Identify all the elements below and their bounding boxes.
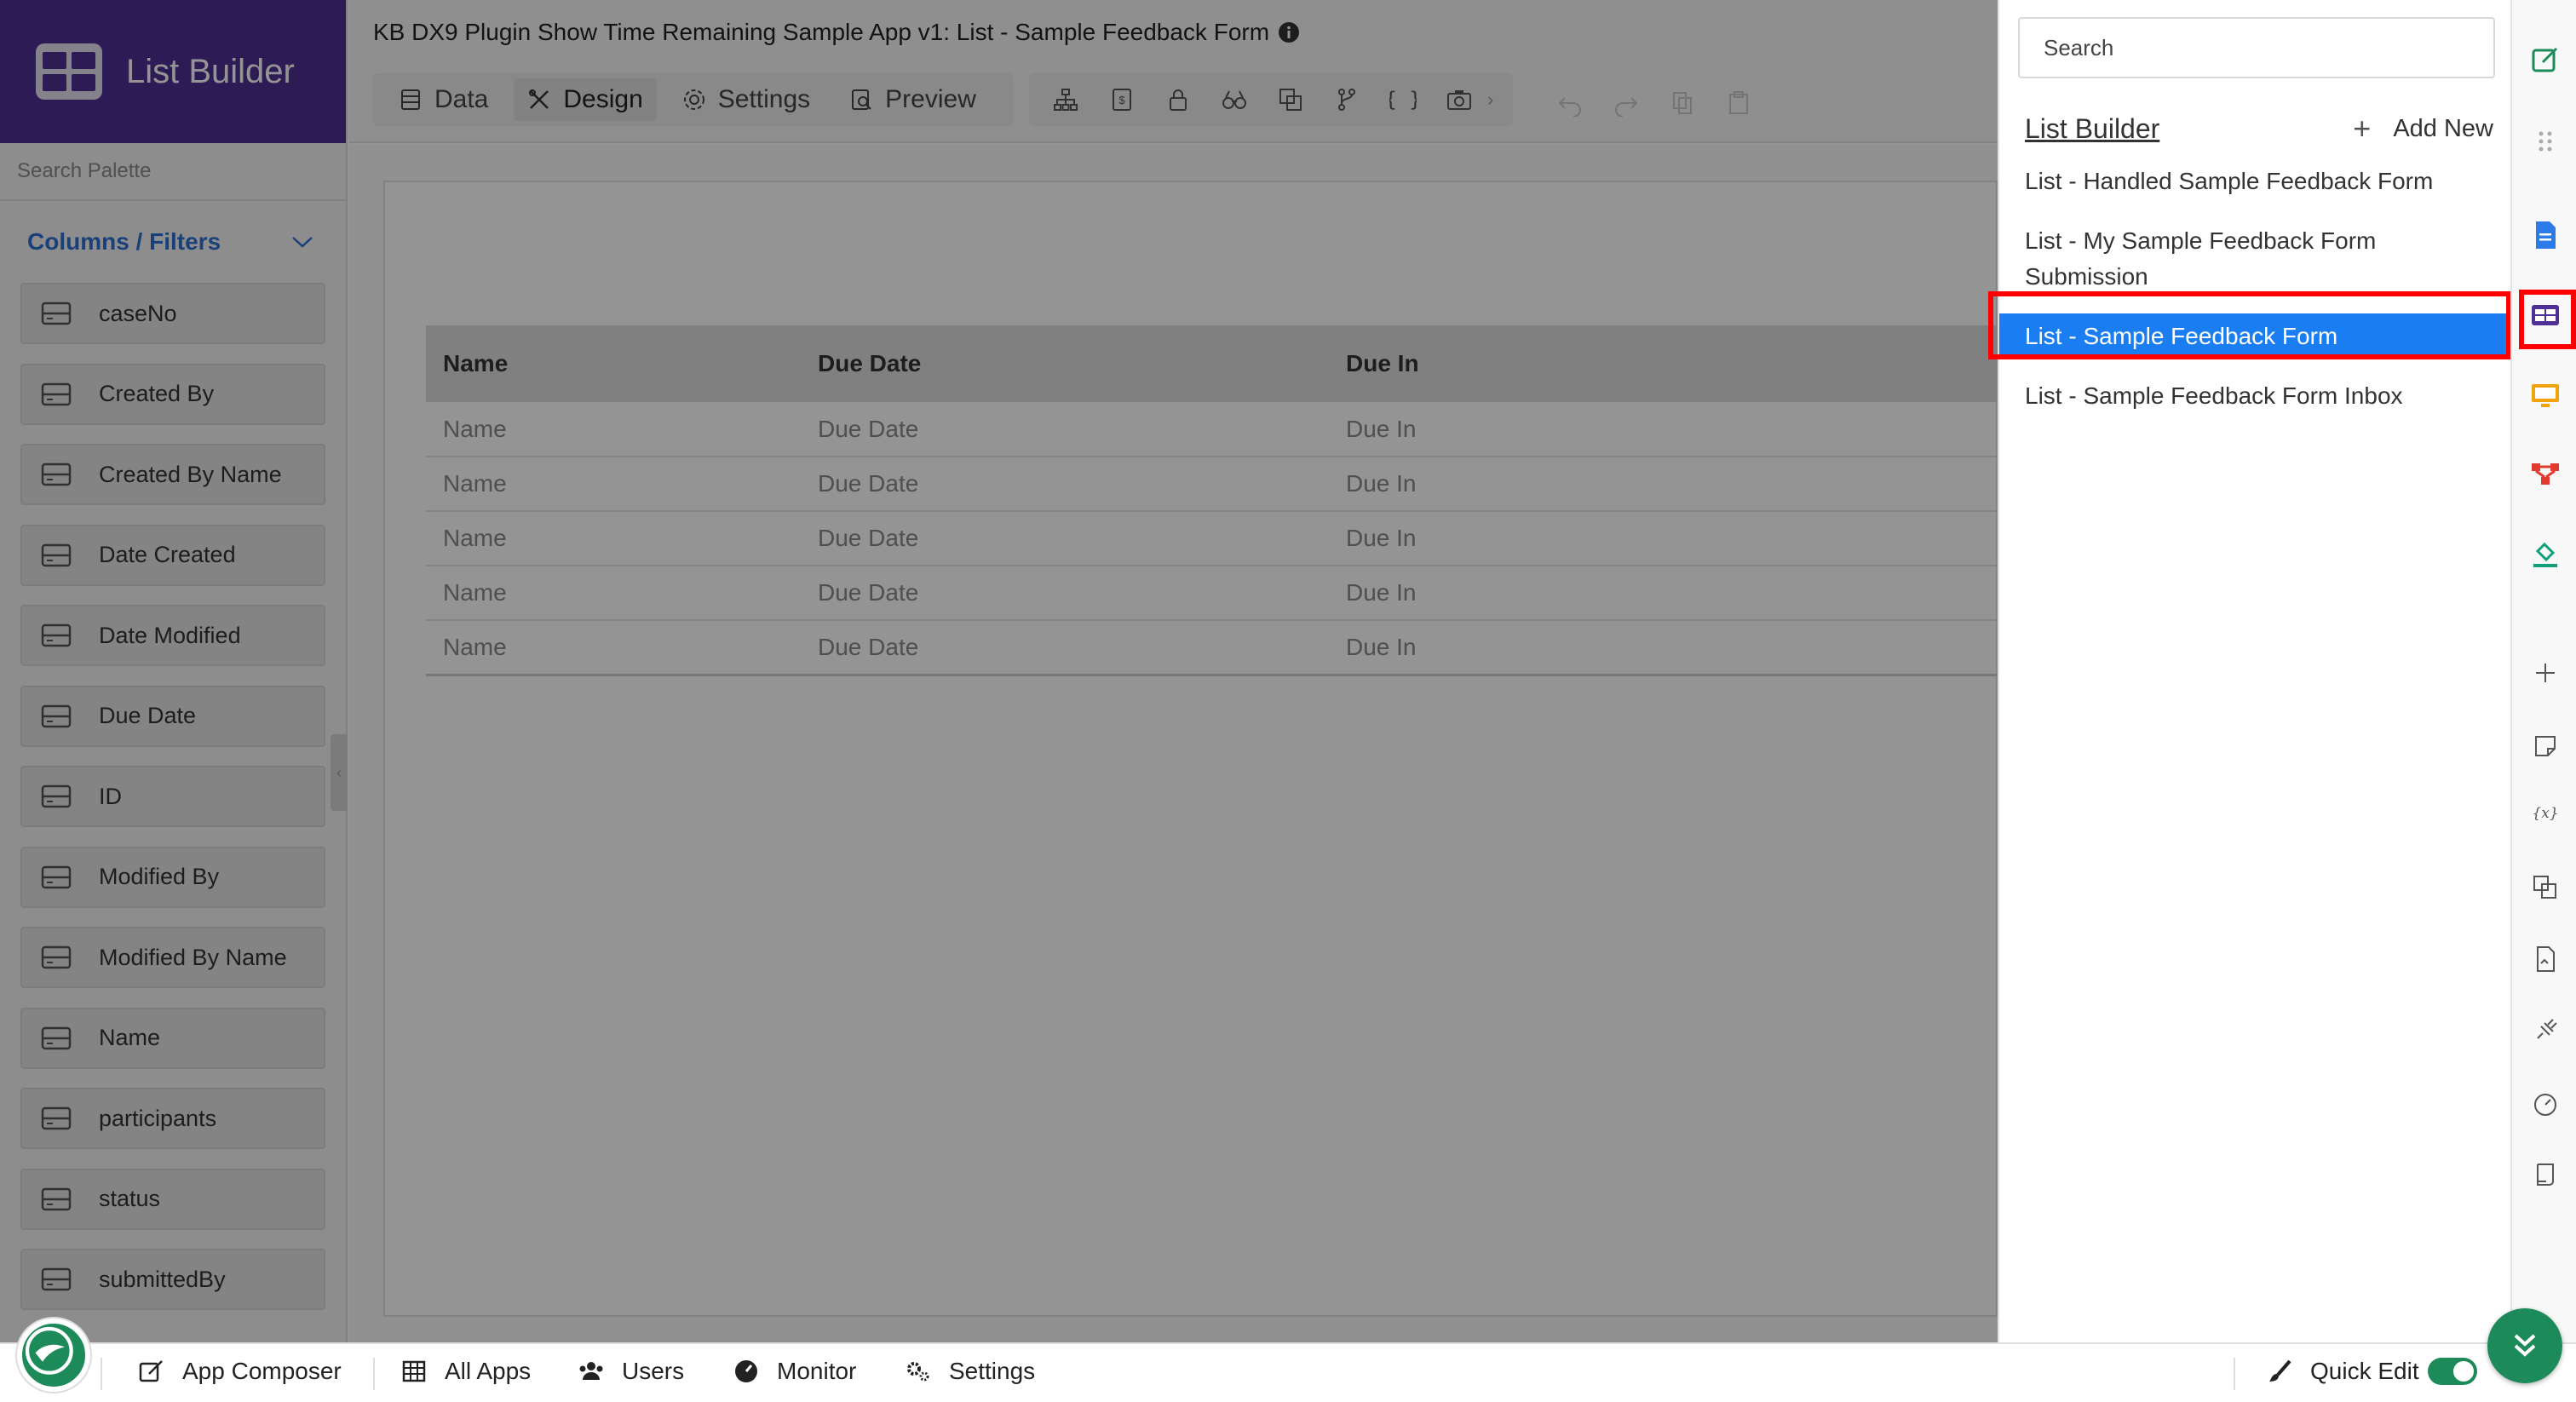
translate-icon	[2533, 876, 2556, 899]
list-builder-link[interactable]: List Builder	[2025, 113, 2159, 145]
gauge-icon	[2533, 1094, 2556, 1116]
rail-resources-button[interactable]	[2512, 934, 2576, 985]
process-flow-icon	[2531, 463, 2559, 485]
scroll-icon	[2536, 1164, 2554, 1186]
users-label: Users	[622, 1358, 685, 1384]
rail-userview-builder[interactable]	[2512, 370, 2576, 421]
quick-edit-toggle[interactable]: Quick Edit	[2266, 1358, 2477, 1385]
drag-dots-icon	[2539, 131, 2551, 152]
edit-icon	[139, 1360, 163, 1382]
edit-icon	[2532, 47, 2557, 72]
admin-bar: App Composer All Apps Users Monitor Sett…	[0, 1319, 2576, 1402]
rail-drag-handle[interactable]	[2512, 116, 2576, 167]
rail-theme-builder[interactable]	[2512, 528, 2576, 579]
variable-icon: {x}	[2532, 805, 2558, 822]
add-new-button[interactable]: + Add New	[2353, 111, 2493, 147]
monitor-icon	[2531, 384, 2559, 407]
settings-label: Settings	[949, 1358, 1036, 1384]
divider	[2234, 1358, 2235, 1390]
svg-text:{x}: {x}	[2532, 805, 2558, 822]
add-new-label: Add New	[2393, 114, 2493, 142]
expand-admin-bar-button[interactable]	[2487, 1308, 2562, 1383]
list-options: List - Handled Sample Feedback Form List …	[1999, 158, 2510, 419]
rail-notes-button[interactable]	[2512, 721, 2576, 772]
gears-icon	[907, 1362, 929, 1382]
brush-icon	[2269, 1359, 2291, 1382]
users-icon	[579, 1362, 603, 1380]
double-chevron-down-icon	[2514, 1334, 2536, 1357]
users-button[interactable]: Users	[578, 1358, 684, 1385]
rail-edit-button[interactable]	[2512, 34, 2576, 85]
builder-rail: {x}	[2510, 0, 2576, 1342]
rail-highlight-box	[2519, 290, 2576, 349]
rail-variables-button[interactable]: {x}	[2512, 787, 2576, 838]
rail-process-builder[interactable]	[2512, 448, 2576, 499]
list-option[interactable]: List - My Sample Feedback Form Submissio…	[1999, 218, 2510, 300]
divider	[101, 1358, 102, 1390]
list-option[interactable]: List - Handled Sample Feedback Form	[1999, 158, 2510, 204]
plus-icon	[2535, 664, 2555, 682]
list-option[interactable]: List - Sample Feedback Form	[1999, 313, 2510, 359]
file-icon	[2536, 946, 2555, 972]
modal-overlay[interactable]	[0, 0, 1998, 1342]
all-apps-button[interactable]: All Apps	[400, 1358, 531, 1385]
joget-logo-icon[interactable]	[17, 1319, 90, 1392]
grid-icon	[402, 1360, 426, 1382]
quick-edit-switch[interactable]	[2427, 1358, 2477, 1385]
paint-bucket-icon	[2533, 542, 2557, 567]
list-option[interactable]: List - Sample Feedback Form Inbox	[1999, 373, 2510, 419]
rail-logs-button[interactable]	[2512, 1148, 2576, 1199]
app-composer-label: App Composer	[182, 1358, 342, 1384]
rail-form-builder[interactable]	[2512, 210, 2576, 261]
rail-plugins-button[interactable]	[2512, 1005, 2576, 1056]
quick-edit-label: Quick Edit	[2310, 1358, 2419, 1384]
note-icon	[2534, 736, 2556, 756]
settings-button[interactable]: Settings	[905, 1358, 1035, 1385]
list-selector-header: List Builder + Add New	[2025, 111, 2493, 147]
document-icon	[2535, 221, 2556, 249]
divider	[373, 1358, 375, 1390]
rail-performance-button[interactable]	[2512, 1078, 2576, 1129]
list-selector-panel: List Builder + Add New List - Handled Sa…	[1998, 0, 2510, 1342]
monitor-label: Monitor	[777, 1358, 857, 1384]
rail-translate-button[interactable]	[2512, 862, 2576, 913]
app-composer-button[interactable]: App Composer	[138, 1358, 342, 1385]
all-apps-label: All Apps	[445, 1358, 532, 1384]
rail-add-button[interactable]	[2512, 647, 2576, 698]
plug-icon	[2536, 1019, 2557, 1039]
plus-icon: +	[2353, 111, 2372, 146]
list-search-input[interactable]	[2018, 17, 2495, 78]
monitor-button[interactable]: Monitor	[733, 1358, 856, 1385]
gauge-icon	[735, 1360, 757, 1382]
